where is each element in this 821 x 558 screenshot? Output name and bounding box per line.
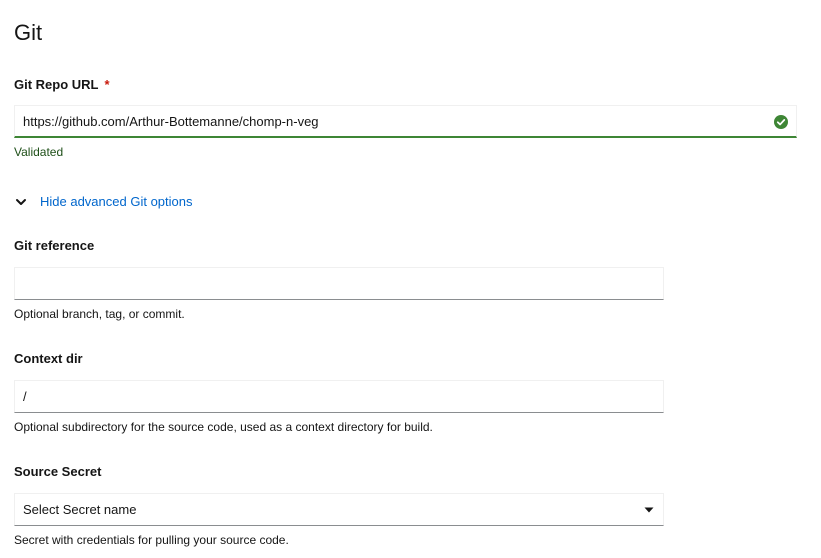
section-title: Git: [14, 20, 43, 45]
required-marker: *: [104, 77, 110, 92]
source-secret-selected: Select Secret name: [23, 502, 137, 517]
context-dir-value: /: [23, 389, 27, 404]
context-dir-input[interactable]: /: [14, 380, 664, 413]
advanced-git-options-toggle[interactable]: Hide advanced Git options: [14, 193, 192, 211]
git-repo-url-label-text: Git Repo URL: [14, 77, 99, 92]
caret-down-icon: [644, 507, 654, 513]
context-dir-helper: Optional subdirectory for the source cod…: [14, 420, 433, 434]
advanced-git-options-label: Hide advanced Git options: [40, 194, 193, 209]
source-secret-label: Source Secret: [14, 464, 102, 479]
git-reference-input[interactable]: [14, 267, 664, 300]
check-circle-icon: [774, 115, 788, 129]
git-reference-helper: Optional branch, tag, or commit.: [14, 307, 185, 321]
context-dir-label: Context dir: [14, 351, 83, 366]
git-repo-url-status: Validated: [14, 145, 64, 159]
git-form-section: Git Git Repo URL * https://github.com/Art…: [0, 0, 821, 558]
source-secret-select[interactable]: Select Secret name: [14, 493, 664, 526]
git-repo-url-label: Git Repo URL *: [14, 76, 110, 94]
git-repo-url-input[interactable]: https://github.com/Arthur-Bottemanne/cho…: [14, 105, 797, 138]
git-repo-url-value: https://github.com/Arthur-Bottemanne/cho…: [23, 114, 319, 129]
chevron-down-icon: [16, 199, 26, 205]
git-reference-label: Git reference: [14, 238, 95, 253]
source-secret-helper: Secret with credentials for pulling your…: [14, 533, 289, 547]
